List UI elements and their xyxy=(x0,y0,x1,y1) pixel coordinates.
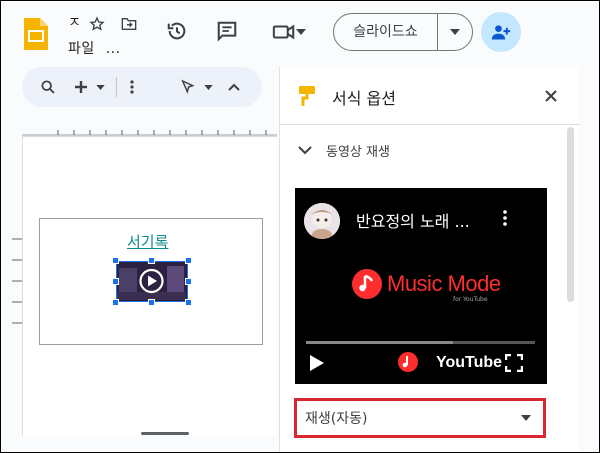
document-title[interactable]: ㅈ xyxy=(68,12,81,32)
music-mode-small-icon[interactable] xyxy=(397,351,419,373)
file-menu-label[interactable]: 파일 xyxy=(68,41,95,57)
slides-logo-icon[interactable] xyxy=(22,16,50,52)
new-slide-button[interactable] xyxy=(74,75,105,99)
chevron-down-icon xyxy=(450,29,460,35)
move-to-folder-icon[interactable] xyxy=(116,11,142,37)
music-mode-text: Music Mode xyxy=(387,271,501,296)
close-icon[interactable] xyxy=(544,89,558,103)
canvas-drag-handle[interactable] xyxy=(141,432,189,435)
chevron-down-icon xyxy=(521,415,531,421)
share-button[interactable] xyxy=(481,12,521,52)
resize-handle-nw[interactable] xyxy=(112,257,119,264)
channel-avatar[interactable] xyxy=(304,203,340,239)
editing-toolbar xyxy=(22,67,262,107)
panel-scrollbar[interactable] xyxy=(567,127,574,302)
video-playback-section-header[interactable]: 동영상 재생 xyxy=(298,141,390,160)
panel-title: 서식 옵션 xyxy=(332,89,396,108)
file-menu[interactable]: 파일 ... xyxy=(68,38,121,58)
toolbar-divider xyxy=(116,77,117,97)
youtube-logo-text[interactable]: YouTube xyxy=(436,354,502,372)
collapse-toolbar-icon[interactable] xyxy=(228,75,240,99)
play-icon[interactable] xyxy=(309,354,325,372)
slideshow-label[interactable]: 슬라이드쇼 xyxy=(334,14,438,50)
more-vert-icon[interactable] xyxy=(503,210,507,226)
embedded-video[interactable] xyxy=(116,261,188,302)
resize-handle-e[interactable] xyxy=(185,278,192,285)
resize-handle-w[interactable] xyxy=(112,278,119,285)
format-options-panel: 서식 옵션 동영상 재생 반요정의 노래 ... Music Mode for … xyxy=(279,67,580,453)
resize-handle-n[interactable] xyxy=(148,257,155,264)
resize-handle-s[interactable] xyxy=(148,299,155,306)
vertical-ruler xyxy=(12,238,22,324)
slideshow-button[interactable]: 슬라이드쇼 xyxy=(333,13,473,51)
chevron-down-icon xyxy=(298,146,312,155)
star-icon[interactable] xyxy=(84,11,110,37)
plus-icon xyxy=(75,81,87,93)
horizontal-ruler xyxy=(22,130,277,136)
music-note-logo-icon xyxy=(352,269,382,299)
menu-overflow[interactable]: ... xyxy=(106,41,121,57)
meet-dropdown-icon xyxy=(296,29,306,35)
video-preview-player[interactable]: 반요정의 노래 ... Music Mode for YouTube YouTu… xyxy=(295,188,547,384)
video-title[interactable]: 반요정의 노래 ... xyxy=(356,208,470,232)
resize-handle-se[interactable] xyxy=(185,299,192,306)
playback-option-dropdown[interactable]: 재생(자동) xyxy=(294,398,546,438)
add-person-icon xyxy=(491,25,511,40)
slide-text-link[interactable]: 서기록 xyxy=(127,231,168,252)
chevron-down-icon xyxy=(96,84,105,90)
fullscreen-icon[interactable] xyxy=(505,354,523,372)
panel-header: 서식 옵션 xyxy=(280,67,580,125)
select-tool-button[interactable] xyxy=(180,75,213,99)
top-bar: ㅈ 파일 ... 슬라이드쇼 xyxy=(0,0,600,64)
chevron-down-icon xyxy=(204,84,213,90)
cursor-icon xyxy=(181,79,195,94)
more-options-icon[interactable] xyxy=(130,75,134,99)
section-label: 동영상 재생 xyxy=(326,145,390,160)
version-history-icon[interactable] xyxy=(164,18,190,44)
search-menus-icon[interactable] xyxy=(40,75,56,99)
music-mode-subtext: for YouTube xyxy=(453,296,488,303)
paint-roller-icon xyxy=(299,86,315,106)
slideshow-dropdown-button[interactable] xyxy=(438,29,472,35)
progress-bar-fill xyxy=(306,341,453,344)
video-thumbnail-image xyxy=(117,262,186,300)
resize-handle-sw[interactable] xyxy=(112,299,119,306)
playback-option-value: 재생(자동) xyxy=(305,411,368,427)
comments-icon[interactable] xyxy=(214,18,240,44)
resize-handle-ne[interactable] xyxy=(185,257,192,264)
meet-icon[interactable] xyxy=(268,19,310,45)
